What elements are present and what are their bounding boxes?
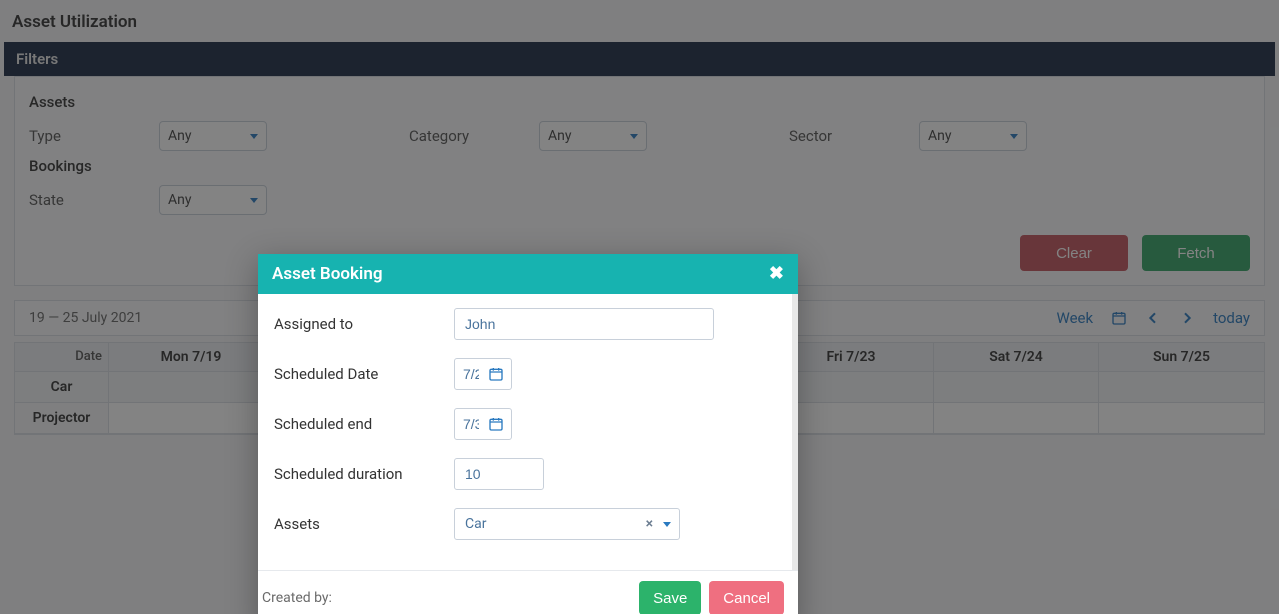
scheduled-end-input[interactable]	[454, 408, 512, 440]
clear-asset-icon[interactable]: ×	[642, 516, 657, 532]
asset-booking-modal: Asset Booking ✖ Assigned to Scheduled Da…	[258, 254, 798, 614]
scheduled-duration-input[interactable]	[454, 458, 544, 490]
assigned-to-label: Assigned to	[274, 315, 454, 333]
created-by-label: Created by:	[258, 590, 639, 606]
scheduled-end-label: Scheduled end	[274, 415, 454, 433]
assets-select-value: Car	[465, 516, 642, 532]
chevron-down-icon	[663, 522, 671, 527]
modal-footer: Created by: Save Cancel	[258, 570, 798, 614]
scheduled-date-label: Scheduled Date	[274, 365, 454, 383]
modal-header: Asset Booking ✖	[258, 254, 798, 294]
assets-label: Assets	[274, 515, 454, 533]
assigned-to-input[interactable]	[454, 308, 714, 340]
close-icon[interactable]: ✖	[769, 265, 784, 283]
save-button[interactable]: Save	[639, 581, 701, 614]
modal-title: Asset Booking	[272, 264, 383, 284]
cancel-button[interactable]: Cancel	[709, 581, 784, 614]
assets-select[interactable]: Car ×	[454, 508, 680, 540]
scheduled-date-input[interactable]	[454, 358, 512, 390]
scheduled-duration-label: Scheduled duration	[274, 465, 454, 483]
